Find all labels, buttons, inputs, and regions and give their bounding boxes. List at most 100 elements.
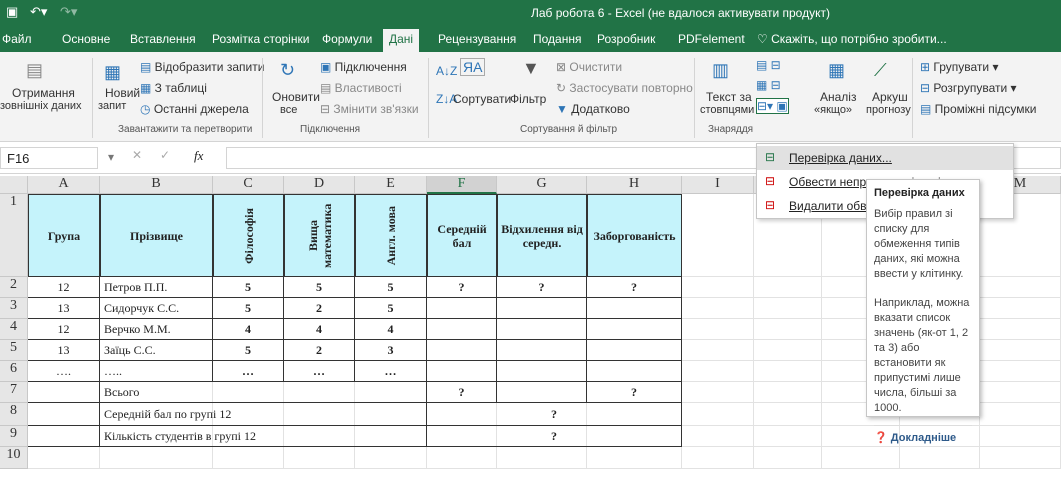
cell[interactable]: [754, 403, 822, 426]
refresh-all-label[interactable]: Оновити: [272, 90, 320, 104]
cell[interactable]: [754, 298, 822, 319]
tooltip-more-link[interactable]: ❓ Докладніше: [874, 425, 972, 446]
tab-developer[interactable]: Розробник: [597, 32, 655, 46]
cell[interactable]: [682, 426, 754, 447]
table-cell[interactable]: [587, 319, 682, 340]
table-header-cell[interactable]: Вища математика: [284, 194, 355, 277]
text-to-columns-label2[interactable]: стовпцями: [700, 104, 754, 116]
tell-me-box[interactable]: ♡ Скажіть, що потрібно зробити...: [757, 32, 947, 46]
cell[interactable]: [822, 447, 900, 469]
table-cell[interactable]: [497, 319, 587, 340]
sort-az-icon[interactable]: A↓Z: [436, 64, 457, 78]
cell[interactable]: [587, 447, 682, 469]
table-header-cell[interactable]: Прізвище: [100, 194, 213, 277]
row-header-2[interactable]: 2: [0, 277, 28, 298]
cell[interactable]: [682, 277, 754, 298]
ungroup-button[interactable]: ⊟ Розгрупувати ▾: [920, 81, 1017, 95]
total-debt-cell[interactable]: ?: [587, 382, 682, 403]
table-cell[interactable]: …: [284, 361, 355, 382]
cell[interactable]: [980, 298, 1061, 319]
properties-button[interactable]: ▤ Властивості: [320, 81, 402, 95]
table-cell[interactable]: 5: [213, 340, 284, 361]
external-data-icon[interactable]: ▤: [26, 60, 43, 81]
sort-label[interactable]: Сортувати: [453, 92, 511, 106]
count-group12-label[interactable]: Кількість студентів в групі 12: [100, 426, 427, 447]
column-header-E[interactable]: E: [355, 176, 427, 194]
table-cell[interactable]: [427, 340, 497, 361]
row-header-4[interactable]: 4: [0, 319, 28, 340]
column-header-G[interactable]: G: [497, 176, 587, 194]
cell[interactable]: [754, 447, 822, 469]
cell[interactable]: [213, 447, 284, 469]
row-header-6[interactable]: 6: [0, 361, 28, 382]
column-header-C[interactable]: C: [213, 176, 284, 194]
tab-formulas[interactable]: Формули: [322, 32, 372, 46]
table-cell[interactable]: [427, 361, 497, 382]
table-cell[interactable]: ?: [427, 277, 497, 298]
table-cell[interactable]: 5: [284, 277, 355, 298]
tab-review[interactable]: Рецензування: [438, 32, 516, 46]
table-cell[interactable]: 4: [284, 319, 355, 340]
new-query-label2[interactable]: запит: [98, 100, 126, 112]
cell[interactable]: [980, 361, 1061, 382]
cell[interactable]: [682, 447, 754, 469]
remove-duplicates-icon[interactable]: ▦ ⊟: [756, 78, 781, 92]
menu-item-data-validation[interactable]: ⊟ Перевірка даних...: [757, 146, 1013, 170]
tab-pdfelement[interactable]: PDFelement: [678, 32, 745, 46]
subtotal-button[interactable]: ▤ Проміжні підсумки: [920, 102, 1036, 116]
cell[interactable]: [980, 319, 1061, 340]
row-header-1[interactable]: 1: [0, 194, 28, 277]
cell[interactable]: [682, 403, 754, 426]
table-cell[interactable]: 12: [28, 319, 100, 340]
table-cell[interactable]: [28, 403, 100, 426]
table-cell[interactable]: Сидорчук С.С.: [100, 298, 213, 319]
row-header-5[interactable]: 5: [0, 340, 28, 361]
get-external-label2[interactable]: зовнішніх даних: [0, 100, 82, 112]
column-header-B[interactable]: B: [100, 176, 213, 194]
table-cell[interactable]: ?: [587, 277, 682, 298]
table-header-cell[interactable]: Філософія: [213, 194, 284, 277]
filter-label[interactable]: Фільтр: [510, 92, 546, 106]
row-header-3[interactable]: 3: [0, 298, 28, 319]
tab-file[interactable]: Файл: [2, 32, 32, 46]
row-header-9[interactable]: 9: [0, 426, 28, 447]
table-cell[interactable]: [587, 361, 682, 382]
tab-data[interactable]: Дані: [383, 29, 420, 52]
cell[interactable]: [754, 319, 822, 340]
edit-links-button[interactable]: ⊟ Змінити зв'язки: [320, 102, 419, 116]
cell[interactable]: [682, 382, 754, 403]
whatif-label2[interactable]: «якщо»: [814, 104, 852, 116]
table-header-cell[interactable]: Середній бал: [427, 194, 497, 277]
clear-button[interactable]: ⊠ Очистити: [556, 60, 622, 74]
table-cell[interactable]: …..: [100, 361, 213, 382]
tab-home[interactable]: Основне: [62, 32, 110, 46]
tab-insert[interactable]: Вставлення: [130, 32, 196, 46]
row-header-8[interactable]: 8: [0, 403, 28, 426]
text-to-columns-label[interactable]: Текст за: [706, 90, 752, 104]
new-query-icon[interactable]: ▦: [104, 62, 121, 83]
forecast-label2[interactable]: прогнозу: [866, 104, 911, 116]
cell[interactable]: [980, 447, 1061, 469]
cell[interactable]: [980, 426, 1061, 447]
table-cell[interactable]: 5: [213, 298, 284, 319]
cell[interactable]: [284, 447, 355, 469]
column-header-I[interactable]: I: [682, 176, 754, 194]
refresh-all-label2[interactable]: все: [280, 104, 297, 116]
cell[interactable]: [754, 426, 822, 447]
count-group12-value[interactable]: ?: [427, 426, 682, 447]
cell[interactable]: [355, 447, 427, 469]
data-validation-dropdown[interactable]: ⊟▾ ▣: [756, 98, 789, 114]
flash-fill-icon[interactable]: ▤ ⊟: [756, 58, 781, 72]
connections-button[interactable]: ▣ Підключення: [320, 60, 407, 74]
sort-icon[interactable]: ЯА: [460, 58, 486, 76]
avg-group12-value[interactable]: ?: [427, 403, 682, 426]
table-cell[interactable]: 2: [284, 298, 355, 319]
column-header-F[interactable]: F: [427, 176, 497, 194]
forecast-label[interactable]: Аркуш: [872, 90, 908, 104]
table-cell[interactable]: 5: [355, 298, 427, 319]
name-box[interactable]: F16: [0, 147, 98, 169]
group-button[interactable]: ⊞ Групувати ▾: [920, 60, 998, 74]
tab-page-layout[interactable]: Розмітка сторінки: [212, 32, 309, 46]
cell[interactable]: [754, 382, 822, 403]
text-to-columns-icon[interactable]: ▥: [712, 60, 729, 81]
